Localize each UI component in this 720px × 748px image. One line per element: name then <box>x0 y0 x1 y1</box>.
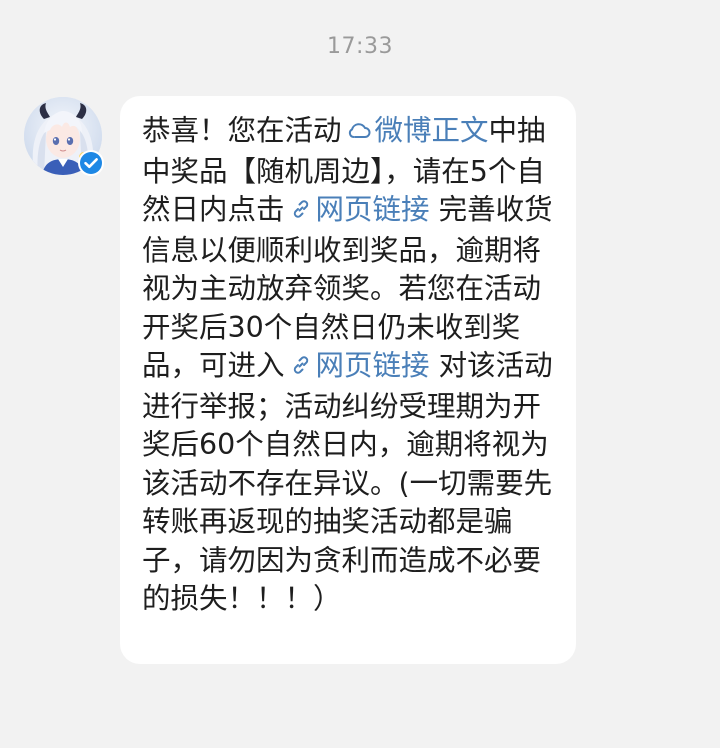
verified-check-badge-icon <box>80 152 102 174</box>
chat-view: 17:33 恭喜！您在活动 微博正文中抽中奖品【随机周边】，请在5个自然日内点击… <box>0 0 720 748</box>
chain-link-icon <box>289 193 313 232</box>
web-link-2[interactable]: 网页链接 <box>285 349 430 382</box>
chain-link-icon <box>289 349 313 388</box>
message-text-part-4: 对该活动进行举报；活动纠纷受理期为开奖后60个自然日内，逾期将视为该活动不存在异… <box>142 349 553 615</box>
message-bubble[interactable]: 恭喜！您在活动 微博正文中抽中奖品【随机周边】，请在5个自然日内点击 网页链接 完善… <box>120 96 576 664</box>
web-link-2-label: 网页链接 <box>315 349 430 382</box>
message-text: 恭喜！您在活动 微博正文中抽中奖品【随机周边】，请在5个自然日内点击 网页链接 完善… <box>142 112 558 619</box>
verified-badge <box>78 150 104 176</box>
message-timestamp: 17:33 <box>327 34 393 59</box>
web-link-1[interactable]: 网页链接 <box>285 193 430 226</box>
message-text-part-1: 恭喜！您在活动 <box>142 114 342 147</box>
web-link-1-label: 网页链接 <box>315 193 430 226</box>
weibo-post-link-label: 微博正文 <box>374 114 489 147</box>
weibo-cloud-icon <box>346 114 372 153</box>
weibo-post-link[interactable]: 微博正文 <box>342 114 489 147</box>
